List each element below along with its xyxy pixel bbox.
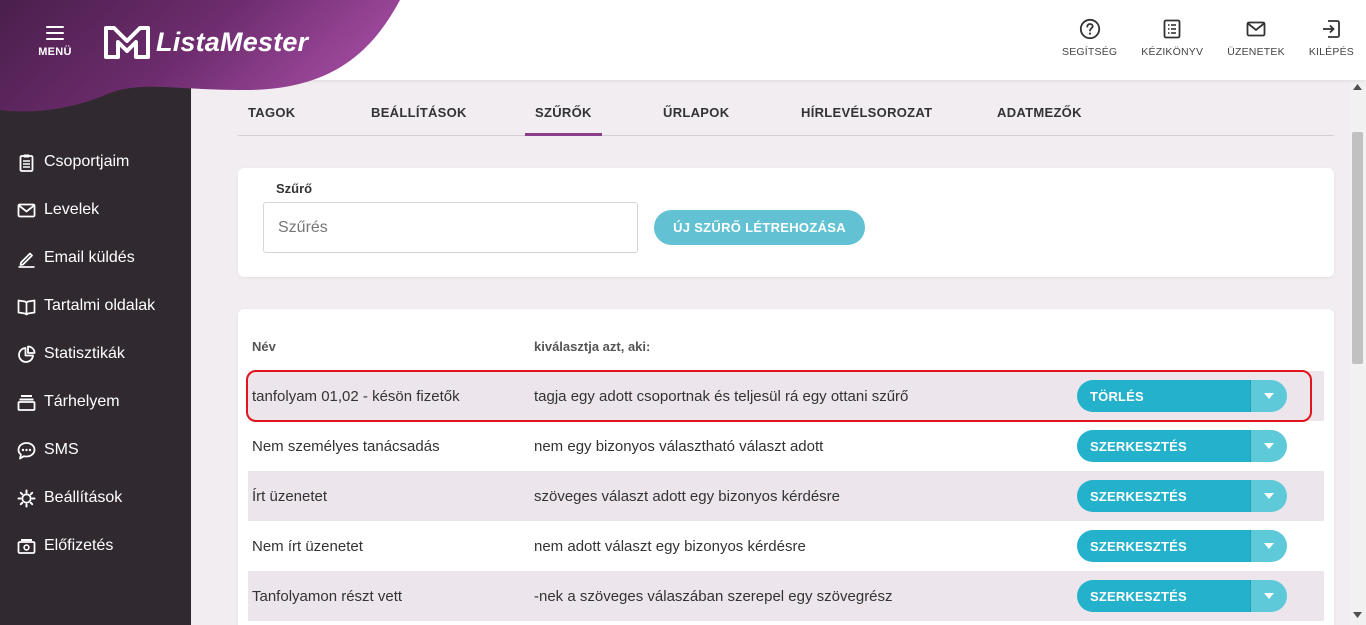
sidebar-item-tarhelyem[interactable]: Tárhelyem [0,382,191,422]
sidebar-item-beallitasok[interactable]: Beállítások [0,478,191,518]
messages-label: ÜZENETEK [1227,46,1285,58]
clipboard-icon [19,154,34,172]
new-filter-button[interactable]: ÚJ SZŰRŐ LÉTREHOZÁSA [654,210,865,245]
sidebar-item-csoportjaim[interactable]: Csoportjaim [0,142,191,182]
sidebar-item-tartalmi-oldalak[interactable]: Tartalmi oldalak [0,286,191,326]
action-dropdown-toggle[interactable] [1250,580,1287,612]
manual-icon [1163,19,1181,39]
row-name: Nem írt üzenetet [252,537,363,555]
menu-button[interactable]: MENÜ [34,24,76,64]
sidebar-item-statisztikak[interactable]: Statisztikák [0,334,191,374]
logout-button[interactable]: KILÉPÉS [1297,18,1366,66]
sidebar-item-sms[interactable]: SMS [0,430,191,470]
row-description: nem adott választ egy bizonyos kérdésre [534,537,806,555]
row-description: tagja egy adott csoportnak és teljesül r… [534,387,909,405]
action-dropdown-toggle[interactable] [1250,480,1287,512]
row-description: -nek a szöveges válaszában szerepel egy … [534,587,893,605]
action-dropdown-toggle[interactable] [1250,430,1287,462]
sidebar-item-email-kuldes[interactable]: Email küldés [0,238,191,278]
manual-label: KÉZIKÖNYV [1141,46,1204,58]
help-label: SEGÍTSÉG [1062,46,1118,58]
row-name: tanfolyam 01,02 - késön fizetők [252,387,460,405]
caret-down-icon [1264,443,1274,449]
messages-button[interactable]: ÜZENETEK [1215,18,1297,66]
caret-down-icon [1264,393,1274,399]
pen-icon [18,252,35,268]
sidebar-item-label: Levelek [44,201,100,218]
caret-down-icon [1264,543,1274,549]
scroll-up-icon[interactable] [1353,84,1362,90]
header-actions: SEGÍTSÉG KÉZIKÖNYV ÜZENETEK KILÉPÉS [1050,18,1366,66]
table-row: Nem írt üzenetet nem adott választ egy b… [248,521,1324,571]
pie-chart-icon [18,345,36,363]
sidebar-item-label: Tartalmi oldalak [44,297,156,314]
chat-bubble-icon [17,441,36,459]
column-header-description: kiválasztja azt, aki: [534,339,651,354]
app-logo[interactable]: ListaMester [104,24,308,60]
action-dropdown-toggle[interactable] [1250,530,1287,562]
edit-button[interactable]: SZERKESZTÉS [1077,530,1250,562]
row-action-split-button: SZERKESZTÉS [1077,480,1287,512]
sidebar-item-elofizetes[interactable]: Előfizetés [0,526,191,566]
row-action-split-button: TÖRLÉS [1077,380,1287,412]
sidebar-item-label: Beállítások [44,489,123,506]
row-description: szöveges választ adott egy bizonyos kérd… [534,487,840,505]
logo-text: ListaMester [156,26,309,57]
storage-icon [17,394,36,411]
gear-icon [17,489,36,507]
book-icon [17,299,36,315]
filters-table: Név kiválasztja azt, aki: tanfolyam 01,0… [238,309,1334,625]
delete-button[interactable]: TÖRLÉS [1077,380,1250,412]
help-icon [1079,18,1100,40]
row-action-split-button: SZERKESZTÉS [1077,430,1287,462]
sidebar: Csoportjaim Levelek Email küldés Tartalm… [0,80,191,625]
table-row: Tanfolyamon részt vett -nek a szöveges v… [248,571,1324,621]
table-row: Írt üzenetet szöveges választ adott egy … [248,471,1324,521]
row-name: Tanfolyamon részt vett [252,587,403,605]
help-button[interactable]: SEGÍTSÉG [1050,18,1129,66]
edit-button[interactable]: SZERKESZTÉS [1077,430,1250,462]
sidebar-item-label: Tárhelyem [44,393,120,410]
row-action-split-button: SZERKESZTÉS [1077,580,1287,612]
mail-icon [1246,21,1266,37]
hamburger-icon [46,26,64,40]
edit-button[interactable]: SZERKESZTÉS [1077,480,1250,512]
tab-adatmezok[interactable]: ADATMEZŐK [987,96,1092,136]
tab-urlapok[interactable]: ŰRLAPOK [653,96,739,136]
filter-input[interactable] [263,202,638,253]
scroll-down-icon[interactable] [1353,612,1362,618]
filter-card: Szűrő ÚJ SZŰRŐ LÉTREHOZÁSA [238,168,1334,277]
logout-label: KILÉPÉS [1308,46,1354,58]
row-description: nem egy bizonyos választható választ ado… [534,437,824,455]
sidebar-item-levelek[interactable]: Levelek [0,190,191,230]
row-name: Írt üzenetet [252,487,328,505]
tab-szurok[interactable]: SZŰRŐK [525,96,602,136]
tab-hirlevelsorozat[interactable]: HÍRLEVÉLSOROZAT [791,96,942,136]
menu-label: MENÜ [38,46,72,58]
page-scrollbar[interactable] [1349,80,1366,625]
sidebar-item-label: Statisztikák [44,345,125,362]
sidebar-item-label: SMS [44,441,79,458]
listamester-logo-icon [104,26,150,59]
row-action-split-button: SZERKESZTÉS [1077,530,1287,562]
logout-icon [1323,20,1341,38]
filter-label: Szűrő [276,181,313,196]
edit-button[interactable]: SZERKESZTÉS [1077,580,1250,612]
envelope-icon [17,203,36,217]
table-row: Nem személyes tanácsadás nem egy bizonyo… [248,421,1324,471]
row-name: Nem személyes tanácsadás [252,437,440,455]
column-header-name: Név [252,339,276,354]
table-row: tanfolyam 01,02 - késön fizetők tagja eg… [248,371,1324,421]
sidebar-item-label: Csoportjaim [44,153,130,170]
sidebar-item-label: Email küldés [44,249,135,266]
sidebar-item-label: Előfizetés [44,537,114,554]
caret-down-icon [1264,493,1274,499]
caret-down-icon [1264,593,1274,599]
action-dropdown-toggle[interactable] [1250,380,1287,412]
manual-button[interactable]: KÉZIKÖNYV [1129,18,1215,66]
subscription-icon [17,538,36,554]
scrollbar-thumb[interactable] [1352,132,1363,364]
